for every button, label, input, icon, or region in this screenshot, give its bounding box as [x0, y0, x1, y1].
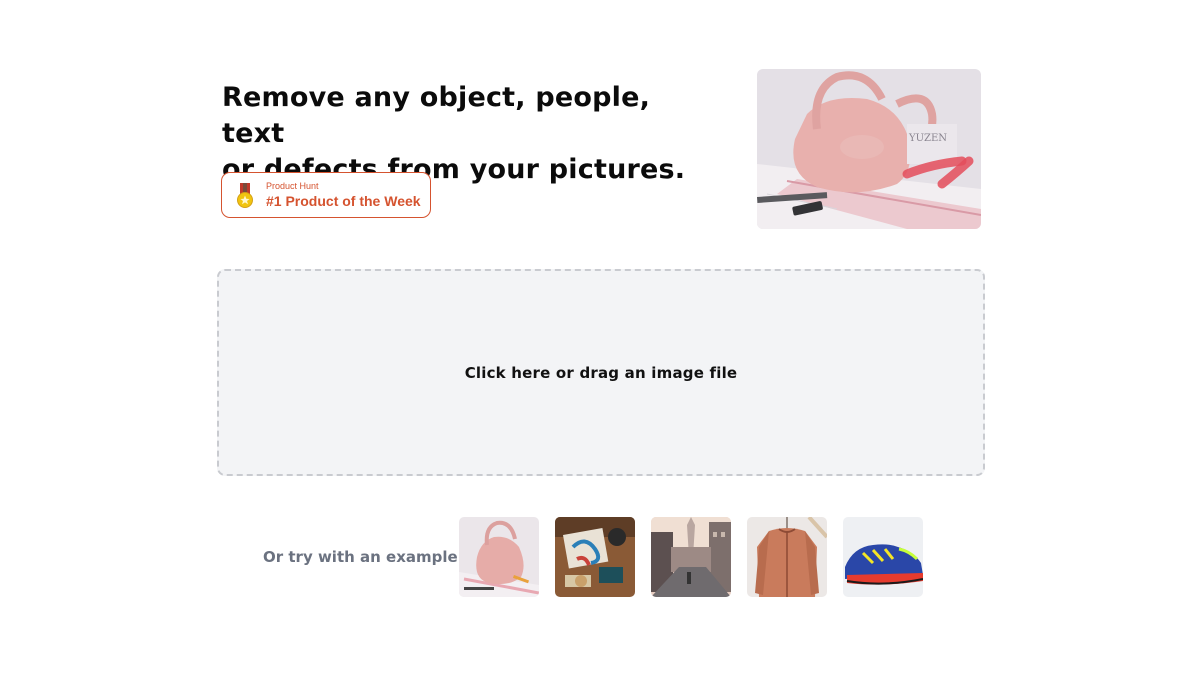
headline-line-1: Remove any object, people, text: [222, 82, 651, 149]
svg-text:YUZEN: YUZEN: [908, 133, 947, 144]
example-thumbnail-jacket[interactable]: [747, 517, 827, 597]
image-upload-dropzone[interactable]: Click here or drag an image file: [217, 269, 985, 476]
example-thumbnail-desk[interactable]: [555, 517, 635, 597]
badge-small-label: Product Hunt: [266, 181, 319, 191]
medal-icon: [237, 183, 253, 208]
example-thumbnail-street[interactable]: [651, 517, 731, 597]
badge-main-label: #1 Product of the Week: [266, 193, 421, 209]
example-thumbnail-sneaker[interactable]: [843, 517, 923, 597]
product-hunt-badge[interactable]: Product Hunt #1 Product of the Week: [221, 172, 431, 218]
dropzone-label: Click here or drag an image file: [464, 363, 738, 382]
hero-example-image: YUZEN: [757, 69, 981, 229]
example-thumbnail-handbag[interactable]: [459, 517, 539, 597]
examples-label: Or try with an example: [263, 548, 458, 566]
